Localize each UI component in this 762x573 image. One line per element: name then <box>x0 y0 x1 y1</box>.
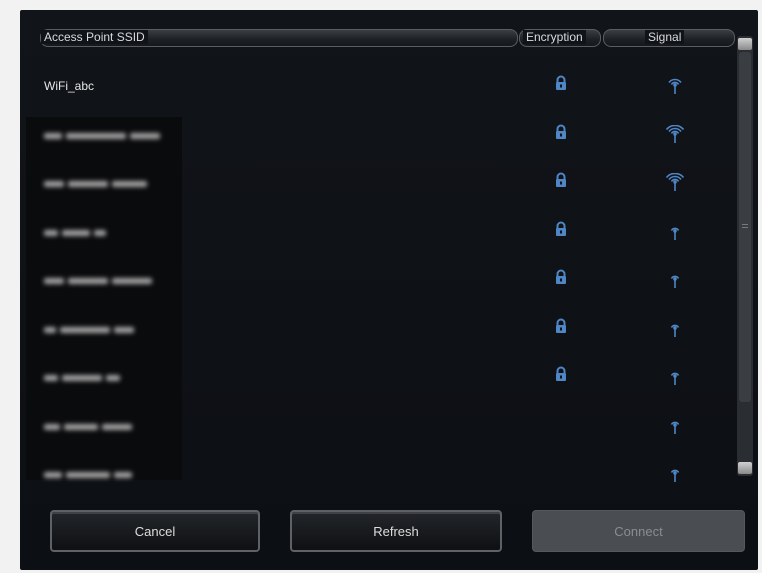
obscured-text-mark <box>106 375 120 381</box>
obscured-text-mark <box>114 472 132 478</box>
obscured-text-mark <box>66 472 110 478</box>
lock-icon <box>556 318 566 333</box>
wifi-signal-icon <box>670 469 680 482</box>
wifi-signal-icon <box>670 372 680 385</box>
obscured-text-mark <box>44 181 64 187</box>
obscured-text-mark <box>68 278 108 284</box>
cancel-button[interactable]: Cancel <box>50 510 260 552</box>
scroll-down-button[interactable] <box>738 462 752 474</box>
network-row[interactable] <box>26 260 736 308</box>
obscured-text-mark <box>66 132 126 139</box>
wifi-signal-icon <box>670 227 680 240</box>
network-row[interactable] <box>26 212 736 260</box>
obscured-text-mark <box>112 181 147 187</box>
column-header: Access Point SSID Encryption Signal <box>0 29 762 49</box>
network-row[interactable] <box>26 309 736 357</box>
network-row[interactable] <box>26 406 736 454</box>
signal-column-label: Signal <box>645 30 685 44</box>
obscured-text-mark <box>44 472 62 478</box>
obscured-text-mark <box>62 229 90 236</box>
encryption-column-label: Encryption <box>523 30 586 44</box>
obscured-text-mark <box>44 326 56 333</box>
wifi-signal-icon <box>670 275 680 288</box>
obscured-text-mark <box>68 181 108 187</box>
network-row[interactable] <box>26 357 736 405</box>
refresh-button[interactable]: Refresh <box>290 510 502 552</box>
lock-icon <box>556 366 566 381</box>
lock-icon <box>556 75 566 90</box>
network-row[interactable] <box>26 454 736 502</box>
obscured-text-mark <box>102 423 132 430</box>
wifi-signal-icon <box>665 124 685 143</box>
network-row[interactable] <box>26 115 736 163</box>
obscured-text-mark <box>114 326 134 333</box>
obscured-text-mark <box>130 132 160 139</box>
obscured-text-mark <box>94 229 106 236</box>
network-row[interactable]: WiFi_abc <box>26 66 736 114</box>
scroll-grip-icon <box>742 224 748 225</box>
obscured-text-mark <box>64 423 98 430</box>
obscured-text-mark <box>44 132 62 139</box>
lock-icon <box>556 269 566 284</box>
obscured-text-mark <box>60 326 110 333</box>
obscured-text-mark <box>44 278 64 284</box>
lock-icon <box>556 221 566 236</box>
list-scrollbar[interactable] <box>737 36 753 476</box>
obscured-text-mark <box>44 423 60 430</box>
lock-icon <box>556 124 566 139</box>
wifi-signal-icon <box>665 173 685 191</box>
scroll-thumb[interactable] <box>739 52 751 402</box>
connect-button[interactable]: Connect <box>532 510 745 552</box>
ssid-column-label: Access Point SSID <box>41 30 148 44</box>
wifi-signal-icon <box>670 421 680 434</box>
network-row[interactable] <box>26 163 736 211</box>
scroll-up-button[interactable] <box>738 38 752 50</box>
network-ssid: WiFi_abc <box>44 79 95 93</box>
obscured-text-mark <box>44 229 58 236</box>
obscured-text-mark <box>44 375 58 381</box>
obscured-text-mark <box>112 278 152 284</box>
wifi-signal-icon <box>670 324 680 337</box>
wifi-signal-icon <box>668 78 682 94</box>
obscured-text-mark <box>62 375 102 381</box>
lock-icon <box>556 172 566 187</box>
